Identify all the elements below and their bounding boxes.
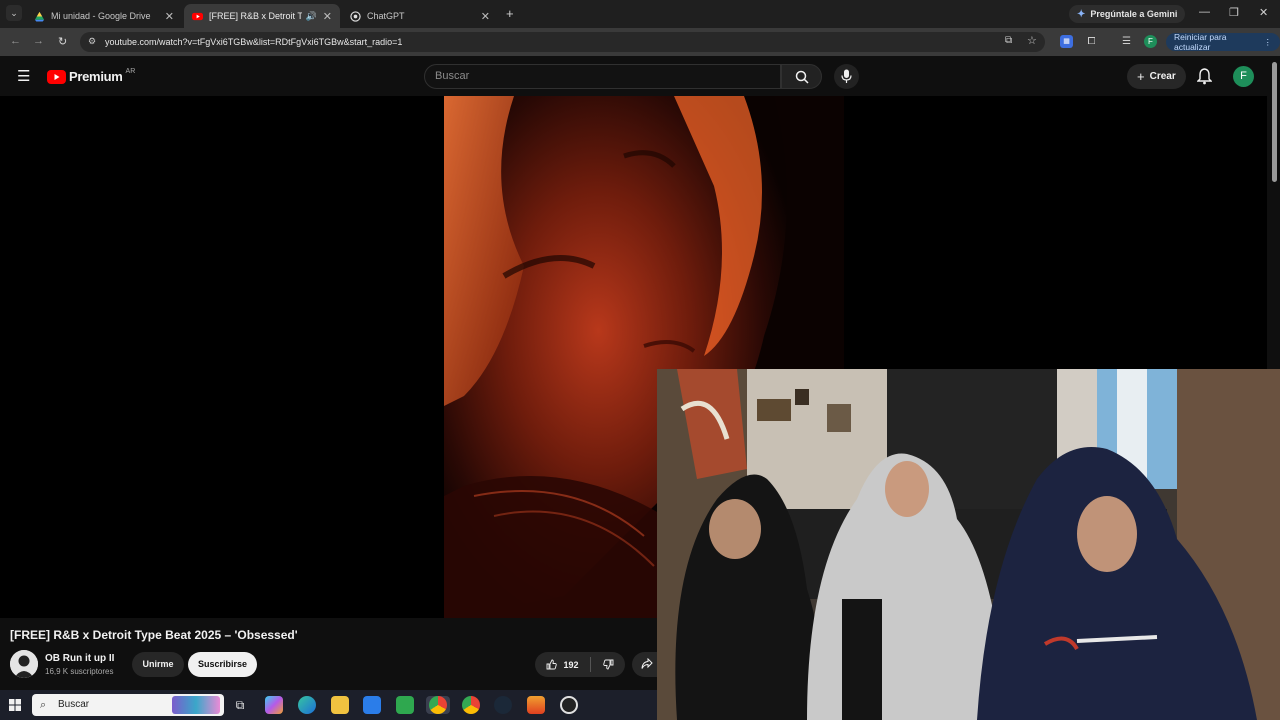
like-button[interactable]: 192	[535, 652, 590, 677]
more-menu-icon[interactable]: ⋮	[1264, 37, 1273, 48]
restart-to-update-button[interactable]: Reiniciar para actualizar ⋮	[1166, 32, 1280, 52]
url-text: youtube.com/watch?v=tFgVxi6TGBw&list=RDt…	[105, 37, 403, 47]
hamburger-menu-icon[interactable]: ☰	[17, 67, 30, 85]
scrollbar-thumb[interactable]	[1272, 62, 1277, 182]
youtube-header: ☰ Premium AR Buscar + Crear F	[0, 56, 1280, 96]
reading-list-icon[interactable]: ☰	[1120, 35, 1133, 48]
plus-icon: +	[1137, 69, 1145, 84]
search-button[interactable]	[781, 64, 822, 89]
new-tab-button[interactable]: +	[506, 6, 514, 21]
tab-search-button[interactable]: ⌄	[6, 5, 22, 21]
windows-start-icon[interactable]	[9, 699, 21, 711]
share-arrow-icon	[641, 658, 653, 669]
logo-text: Premium	[69, 69, 123, 84]
extension-icon[interactable]: ▦	[1060, 35, 1073, 48]
close-icon[interactable]: ✕	[323, 10, 332, 23]
channel-avatar[interactable]	[10, 650, 38, 678]
youtube-icon	[192, 12, 203, 20]
microphone-icon	[841, 69, 852, 83]
close-window-icon[interactable]: ✕	[1259, 6, 1268, 19]
search-input[interactable]: Buscar	[424, 64, 781, 89]
chrome-profile-icon[interactable]	[462, 696, 480, 714]
taskbar-search-label: Buscar	[58, 699, 90, 710]
webcam-overlay	[657, 369, 1280, 720]
gemini-sparkle-icon: ✦	[1077, 8, 1086, 20]
video-title: [FREE] R&B x Detroit Type Beat 2025 – 'O…	[10, 628, 298, 642]
region-code: AR	[125, 68, 136, 75]
tab-label: Mi unidad - Google Drive	[51, 11, 151, 21]
fl-studio-icon[interactable]	[527, 696, 545, 714]
audio-playing-icon[interactable]: 🔊	[306, 11, 317, 22]
search-icon: ⌕	[40, 699, 47, 711]
subscribe-button[interactable]: Suscribirse	[188, 652, 257, 677]
dislike-button[interactable]	[591, 652, 625, 677]
install-app-icon[interactable]: ⧉	[1005, 35, 1012, 46]
mail-icon[interactable]	[363, 696, 381, 714]
tab-label: ChatGPT	[367, 11, 405, 21]
like-dislike-group: 192	[535, 652, 625, 677]
chatgpt-icon	[350, 10, 361, 22]
address-bar[interactable]: ⚙ youtube.com/watch?v=tFgVxi6TGBw&list=R…	[80, 32, 1045, 52]
restart-label: Reiniciar para actualizar	[1174, 32, 1227, 52]
create-button[interactable]: + Crear	[1127, 64, 1186, 89]
store-icon[interactable]	[396, 696, 414, 714]
obs-studio-icon[interactable]	[560, 696, 578, 714]
profile-avatar[interactable]: F	[1144, 35, 1157, 48]
windows-taskbar: ⌕ Buscar ⧉	[0, 690, 657, 720]
back-arrow-icon[interactable]: ←	[10, 35, 21, 47]
search-icon	[795, 70, 809, 84]
subscriber-count: 16,9 K suscriptores	[45, 667, 114, 676]
thumbs-down-icon	[602, 659, 613, 670]
channel-name[interactable]: OB Run it up II	[45, 653, 114, 664]
youtube-premium-logo[interactable]: Premium AR	[47, 68, 136, 84]
reload-icon[interactable]: ↻	[58, 35, 67, 48]
tab-youtube[interactable]: [FREE] R&B x Detroit Type B 🔊 ✕	[184, 4, 340, 28]
tab-label: [FREE] R&B x Detroit Type B	[209, 11, 302, 21]
youtube-logo-icon	[47, 69, 66, 84]
restore-window-icon[interactable]: ❐	[1229, 6, 1239, 19]
copilot-icon[interactable]	[265, 696, 283, 714]
account-avatar[interactable]: F	[1233, 66, 1254, 87]
minimize-window-icon[interactable]: —	[1199, 6, 1210, 18]
like-count: 192	[563, 659, 579, 670]
gemini-label: Pregúntale a Gemini	[1090, 9, 1178, 19]
bookmark-star-icon[interactable]: ☆	[1027, 34, 1037, 47]
taskbar-search-input[interactable]: ⌕ Buscar	[32, 694, 224, 716]
notifications-bell-icon[interactable]	[1197, 68, 1212, 85]
forward-arrow-icon[interactable]: →	[33, 35, 44, 47]
create-label: Crear	[1149, 71, 1176, 82]
tab-google-drive[interactable]: Mi unidad - Google Drive ✕	[26, 4, 182, 28]
browser-tab-strip: ⌄ Mi unidad - Google Drive ✕ [FREE] R&B …	[0, 0, 1280, 28]
tab-chatgpt[interactable]: ChatGPT ✕	[342, 4, 498, 28]
extensions-puzzle-icon[interactable]: ⧠	[1085, 35, 1098, 48]
task-view-icon[interactable]: ⧉	[231, 696, 249, 714]
channel-avatar-image	[10, 650, 38, 678]
file-explorer-icon[interactable]	[331, 696, 349, 714]
search-highlight-image	[172, 696, 220, 714]
close-icon[interactable]: ✕	[481, 10, 490, 23]
join-button[interactable]: Unirme	[132, 652, 184, 677]
thumbs-up-icon	[547, 659, 558, 670]
ask-gemini-button[interactable]: ✦ Pregúntale a Gemini	[1069, 5, 1186, 23]
edge-browser-icon[interactable]	[298, 696, 316, 714]
voice-search-button[interactable]	[834, 64, 859, 89]
site-info-icon[interactable]: ⚙	[88, 36, 96, 47]
close-icon[interactable]: ✕	[165, 10, 174, 23]
chrome-browser-icon[interactable]	[429, 696, 447, 714]
google-drive-icon	[34, 11, 45, 22]
steam-icon[interactable]	[494, 696, 512, 714]
browser-toolbar: ← → ↻ ⚙ youtube.com/watch?v=tFgVxi6TGBw&…	[0, 28, 1280, 56]
webcam-image	[657, 369, 1280, 720]
